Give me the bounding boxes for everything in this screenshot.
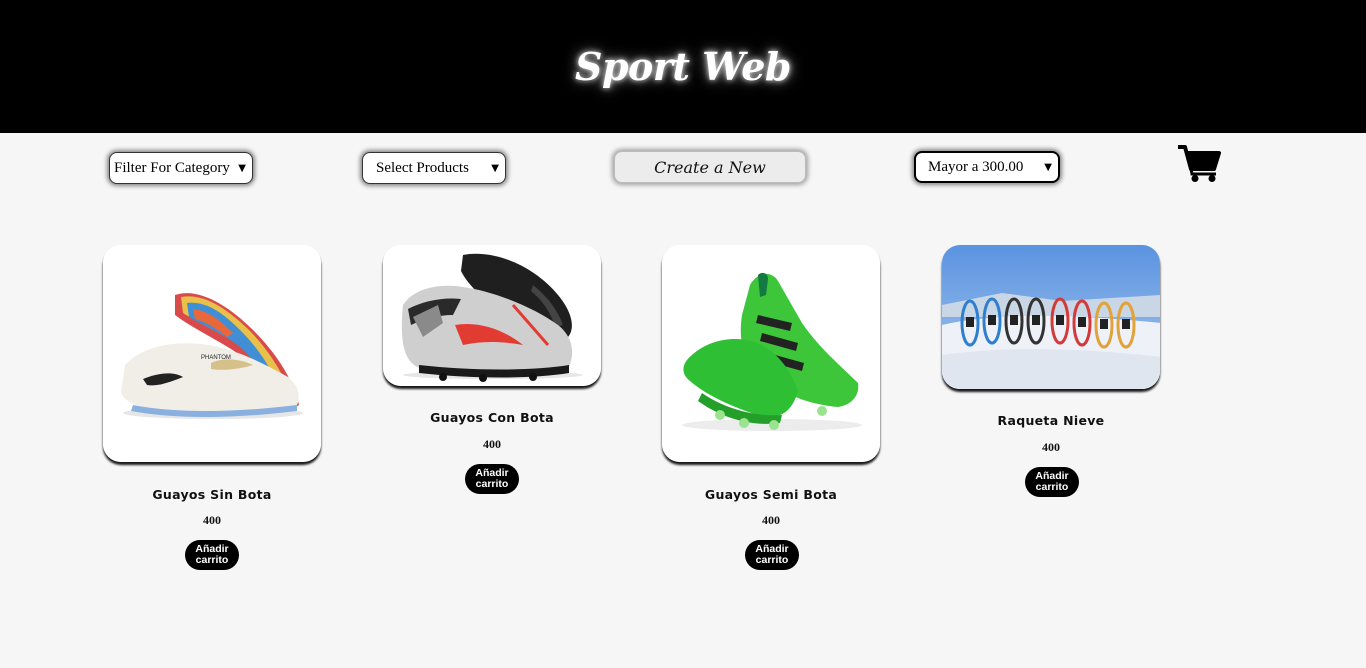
create-new-button[interactable]: Create a New — [614, 151, 806, 183]
chevron-down-icon: ▼ — [491, 162, 499, 174]
add-to-cart-button[interactable]: Añadir carrito — [1025, 467, 1079, 497]
add-to-cart-button[interactable]: Añadir carrito — [185, 540, 239, 570]
product-price: 400 — [1042, 440, 1060, 454]
product-name: Raqueta Nieve — [997, 413, 1105, 428]
category-filter-value: Filter For Category — [114, 159, 230, 176]
shopping-cart-icon[interactable] — [1176, 143, 1222, 183]
product-name: Guayos Sin Bota — [152, 487, 272, 502]
price-filter-select[interactable]: Mayor a 300.00 ▼ — [914, 151, 1060, 183]
product-name: Guayos Semi Bota — [704, 487, 838, 502]
product-image-guayos-semi-bota[interactable] — [662, 245, 880, 462]
site-title: Sport Web — [575, 44, 792, 89]
product-select[interactable]: Select Products ▼ — [362, 152, 506, 184]
site-header: Sport Web — [0, 0, 1366, 133]
price-filter-value: Mayor a 300.00 — [928, 158, 1024, 175]
product-price: 400 — [203, 513, 221, 527]
svg-text:PHANTOM: PHANTOM — [201, 355, 231, 361]
chevron-down-icon: ▼ — [1044, 161, 1052, 173]
product-select-value: Select Products — [376, 159, 469, 176]
product-name: Guayos Con Bota — [430, 410, 554, 425]
product-image-raqueta-nieve[interactable] — [942, 245, 1160, 389]
product-image-guayos-con-bota[interactable] — [383, 245, 601, 386]
category-filter-select[interactable]: Filter For Category ▼ — [109, 152, 253, 184]
add-to-cart-button[interactable]: Añadir carrito — [465, 464, 519, 494]
product-image-guayos-sin-bota[interactable]: PHANTOM — [103, 245, 321, 462]
chevron-down-icon: ▼ — [238, 162, 246, 174]
add-to-cart-button[interactable]: Añadir carrito — [745, 540, 799, 570]
product-price: 400 — [483, 437, 501, 451]
product-price: 400 — [762, 513, 780, 527]
